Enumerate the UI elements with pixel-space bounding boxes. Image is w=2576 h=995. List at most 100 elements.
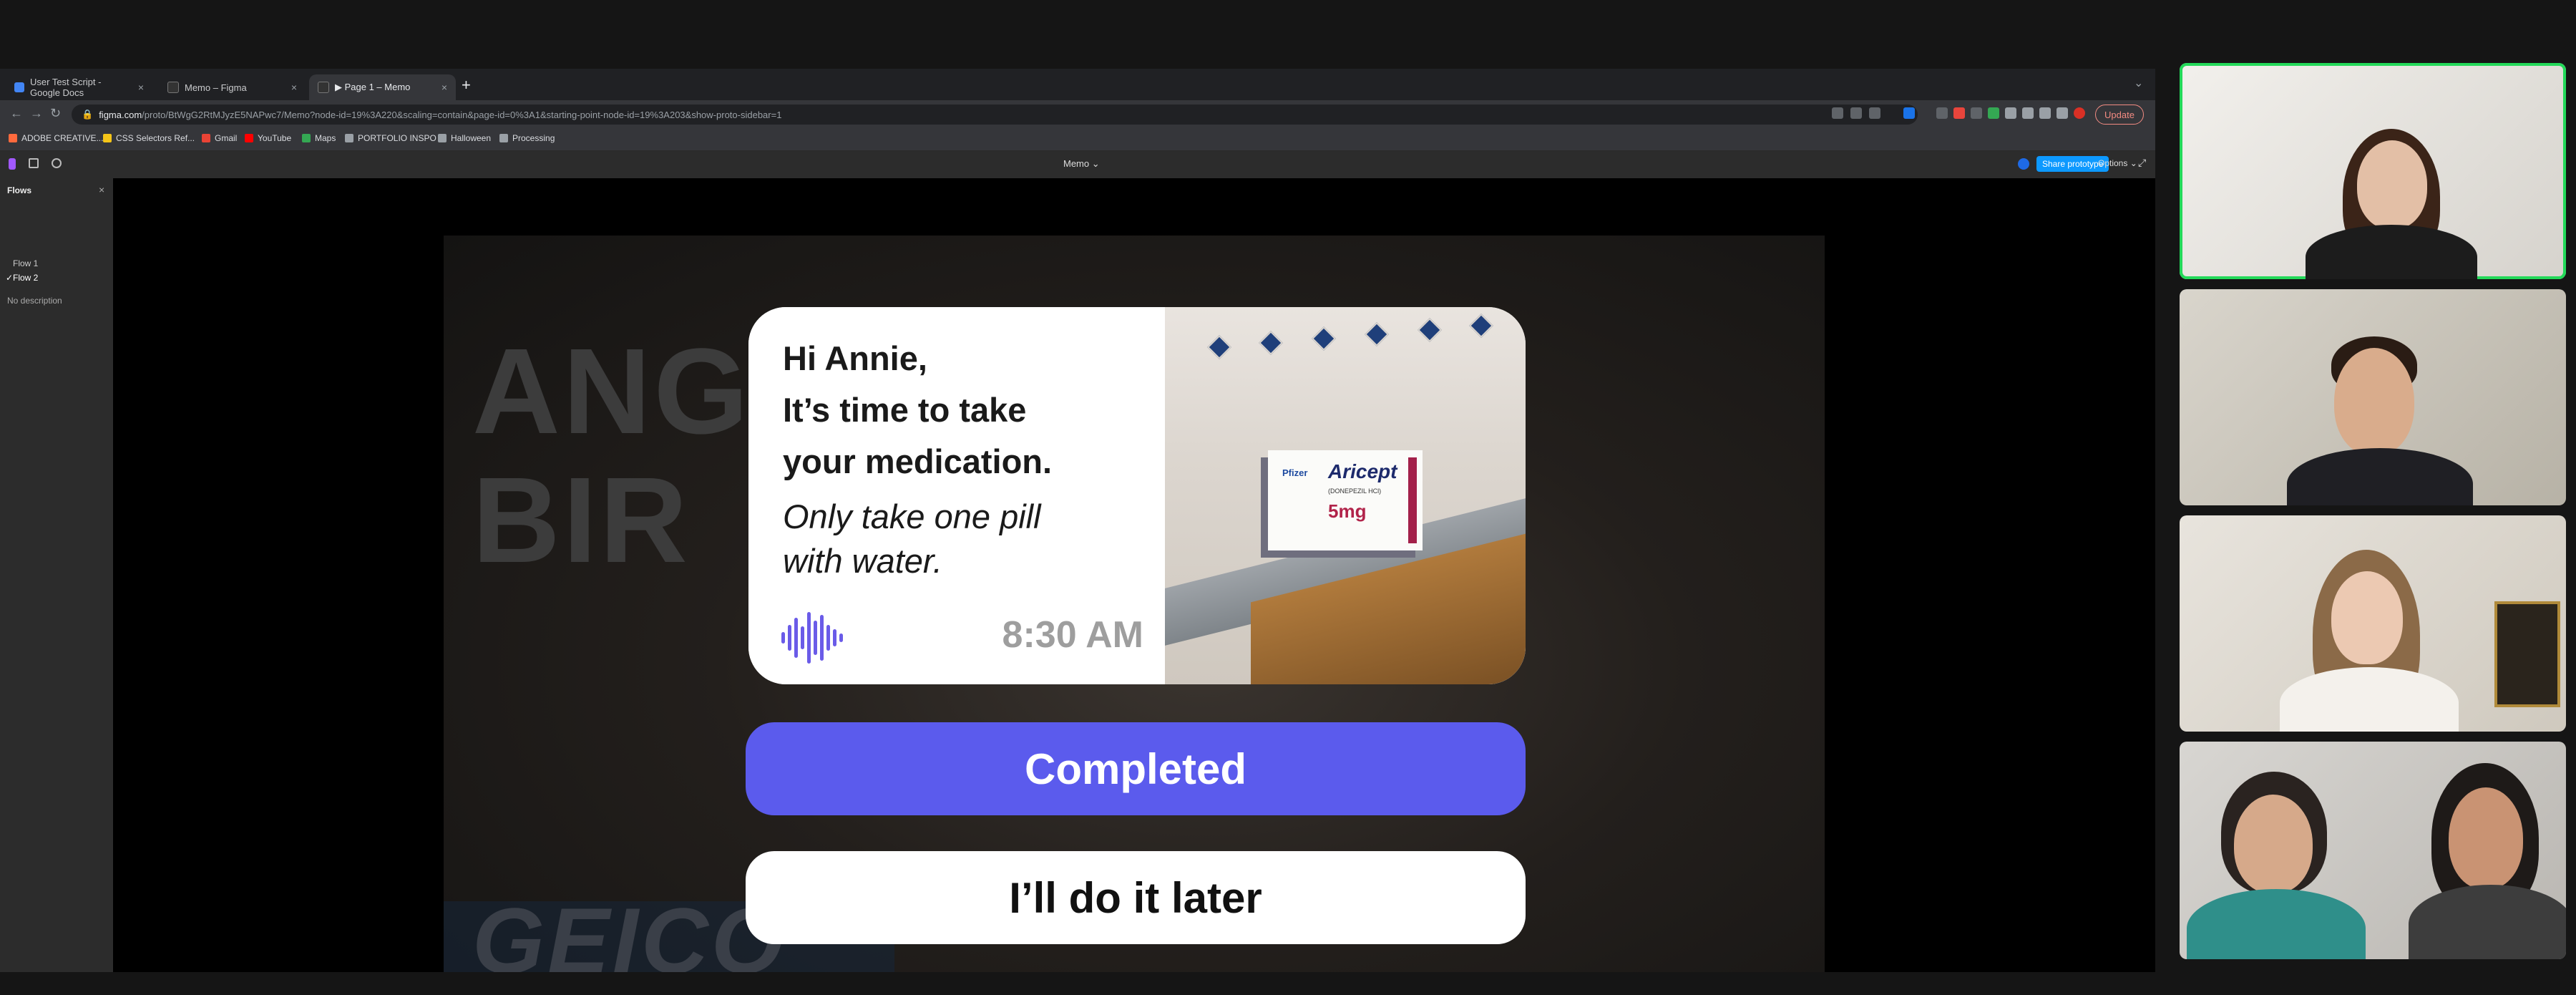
folder-icon bbox=[345, 134, 353, 142]
close-icon[interactable]: × bbox=[99, 184, 104, 195]
update-button[interactable]: Update bbox=[2095, 105, 2144, 125]
shared-screen: User Test Script - Google Docs × Memo – … bbox=[0, 69, 2155, 972]
close-tab-icon[interactable]: × bbox=[291, 82, 297, 93]
figma-prototype-toolbar: Memo ⌄ Share prototype Options ⌄ ⤢ bbox=[0, 151, 2155, 179]
tab-label: ▶ Page 1 – Memo bbox=[335, 82, 411, 92]
flow-item-1[interactable]: Flow 1 bbox=[13, 258, 38, 268]
google-docs-icon bbox=[14, 82, 24, 92]
bookmark-processing[interactable]: Processing bbox=[499, 133, 555, 143]
gmail-icon bbox=[202, 134, 210, 142]
background-text: BIR bbox=[472, 452, 691, 588]
medication-dose: 5mg bbox=[1328, 500, 1367, 522]
url-host: figma.com bbox=[99, 109, 142, 120]
url-path: /proto/BtWgG2RtMJyzE5NAPwc7/Memo?node-id… bbox=[142, 109, 782, 120]
participant-face bbox=[2331, 571, 2403, 664]
bookmark-label: YouTube bbox=[258, 133, 292, 143]
bookmark-label: Maps bbox=[315, 133, 336, 143]
greeting-line: Hi Annie, bbox=[783, 339, 927, 377]
participant-3-video[interactable] bbox=[2180, 515, 2566, 732]
new-tab-button[interactable]: + bbox=[462, 76, 471, 94]
folder-icon bbox=[438, 134, 447, 142]
bookmark-youtube[interactable]: YouTube bbox=[245, 133, 291, 143]
participant-face bbox=[2357, 140, 2427, 229]
file-title-menu[interactable]: Memo ⌄ bbox=[1063, 158, 1100, 170]
bookmark-css-selectors[interactable]: CSS Selectors Ref... bbox=[103, 133, 195, 143]
forward-icon[interactable]: → bbox=[30, 106, 43, 121]
greeting-line: It’s time to take bbox=[783, 391, 1027, 429]
medication-brand: Aricept bbox=[1328, 460, 1397, 482]
participant-1-video[interactable] bbox=[2180, 63, 2566, 279]
sidebar-icon[interactable] bbox=[2057, 107, 2068, 119]
picture-frame bbox=[2494, 601, 2560, 707]
zoom-icon[interactable] bbox=[1832, 107, 1843, 119]
participant-body bbox=[2409, 885, 2566, 959]
do-it-later-button[interactable]: I’ll do it later bbox=[746, 851, 1526, 944]
tab-page-1-memo[interactable]: ▶ Page 1 – Memo × bbox=[309, 74, 456, 100]
figma-icon bbox=[318, 82, 329, 93]
bookmark-halloween[interactable]: Halloween bbox=[438, 133, 491, 143]
comment-icon[interactable] bbox=[52, 158, 62, 168]
extension-icon[interactable] bbox=[2005, 107, 2016, 119]
extension-icon[interactable] bbox=[1903, 107, 1915, 119]
share-icon[interactable] bbox=[1850, 107, 1862, 119]
reminder-instruction: Only take one pill with water. bbox=[783, 495, 1155, 583]
bookmark-label: CSS Selectors Ref... bbox=[116, 133, 195, 143]
greeting-line: your medication. bbox=[783, 442, 1053, 480]
tab-google-docs[interactable]: User Test Script - Google Docs × bbox=[6, 74, 152, 100]
fullscreen-icon[interactable]: ⤢ bbox=[2138, 157, 2146, 169]
grid-extension-icon[interactable] bbox=[1936, 107, 1948, 119]
medication-box: Pfizer Aricept (DONEPEZIL HCl) 5mg bbox=[1268, 450, 1423, 550]
flows-sidebar: Flows × Flow 1 ✓ Flow 2 No description bbox=[0, 178, 114, 972]
participant-body bbox=[2187, 889, 2366, 959]
prototype-frame: ANG BIR GEICO Hi Annie, It’s time to tak… bbox=[444, 236, 1825, 972]
extension-icon[interactable] bbox=[1988, 107, 1999, 119]
audio-waveform-icon[interactable] bbox=[781, 611, 847, 665]
participant-body bbox=[2280, 667, 2459, 732]
background-logo-text: GEICO bbox=[472, 888, 786, 972]
bookmark-adobe[interactable]: ADOBE CREATIVE... bbox=[9, 133, 103, 143]
maps-icon bbox=[302, 134, 311, 142]
user-avatar[interactable] bbox=[2018, 158, 2029, 170]
tile-decoration bbox=[1418, 318, 1442, 342]
extension-icon[interactable] bbox=[1953, 107, 1965, 119]
tile-decoration bbox=[1469, 314, 1493, 338]
participant-body bbox=[2306, 225, 2477, 279]
lock-icon: 🔒 bbox=[82, 109, 94, 120]
bookmark-label: Gmail bbox=[215, 133, 238, 143]
bookmark-portfolio-inspo[interactable]: PORTFOLIO INSPO bbox=[345, 133, 436, 143]
participant-face bbox=[2449, 787, 2523, 889]
site-icon bbox=[103, 134, 112, 142]
bookmark-maps[interactable]: Maps bbox=[302, 133, 336, 143]
close-tab-icon[interactable]: × bbox=[138, 82, 144, 93]
options-menu[interactable]: Options ⌄ bbox=[2098, 158, 2137, 168]
figma-icon bbox=[167, 82, 179, 93]
tab-search-button[interactable]: ⌄ bbox=[2134, 76, 2143, 90]
folder-icon bbox=[9, 134, 17, 142]
bookmark-star-icon[interactable] bbox=[1869, 107, 1880, 119]
instruction-line: with water. bbox=[783, 542, 942, 580]
participant-2-video[interactable] bbox=[2180, 289, 2566, 505]
flow-item-2[interactable]: Flow 2 bbox=[13, 273, 38, 283]
tab-label: User Test Script - Google Docs bbox=[30, 77, 102, 98]
browser-toolbar: ← → ↻ 🔒 figma.com /proto/BtWgG2RtMJyzE5N… bbox=[0, 100, 2155, 129]
reminder-time: 8:30 AM bbox=[1002, 614, 1143, 656]
profile-avatar[interactable] bbox=[2074, 107, 2085, 119]
tile-decoration bbox=[1207, 335, 1231, 359]
close-tab-icon[interactable]: × bbox=[441, 82, 447, 93]
reload-icon[interactable]: ↻ bbox=[50, 106, 61, 121]
active-flow-check-icon: ✓ bbox=[6, 273, 14, 283]
figma-logo-icon[interactable] bbox=[9, 158, 16, 170]
bookmark-gmail[interactable]: Gmail bbox=[202, 133, 237, 143]
puzzle-icon[interactable] bbox=[2039, 107, 2051, 119]
completed-button[interactable]: Completed bbox=[746, 722, 1526, 815]
address-bar[interactable]: 🔒 figma.com /proto/BtWgG2RtMJyzE5NAPwc7/… bbox=[72, 105, 1918, 125]
participant-4-video[interactable] bbox=[2180, 742, 2566, 959]
back-icon[interactable]: ← bbox=[10, 106, 23, 121]
tab-memo-figma[interactable]: Memo – Figma × bbox=[159, 74, 306, 100]
sidebar-toggle-icon[interactable] bbox=[29, 158, 39, 168]
extension-icon[interactable] bbox=[2022, 107, 2034, 119]
extension-icon[interactable] bbox=[1971, 107, 1982, 119]
reminder-greeting: Hi Annie, It’s time to take your medicat… bbox=[783, 333, 1155, 487]
flows-heading: Flows bbox=[7, 185, 32, 195]
participant-face bbox=[2234, 795, 2313, 893]
